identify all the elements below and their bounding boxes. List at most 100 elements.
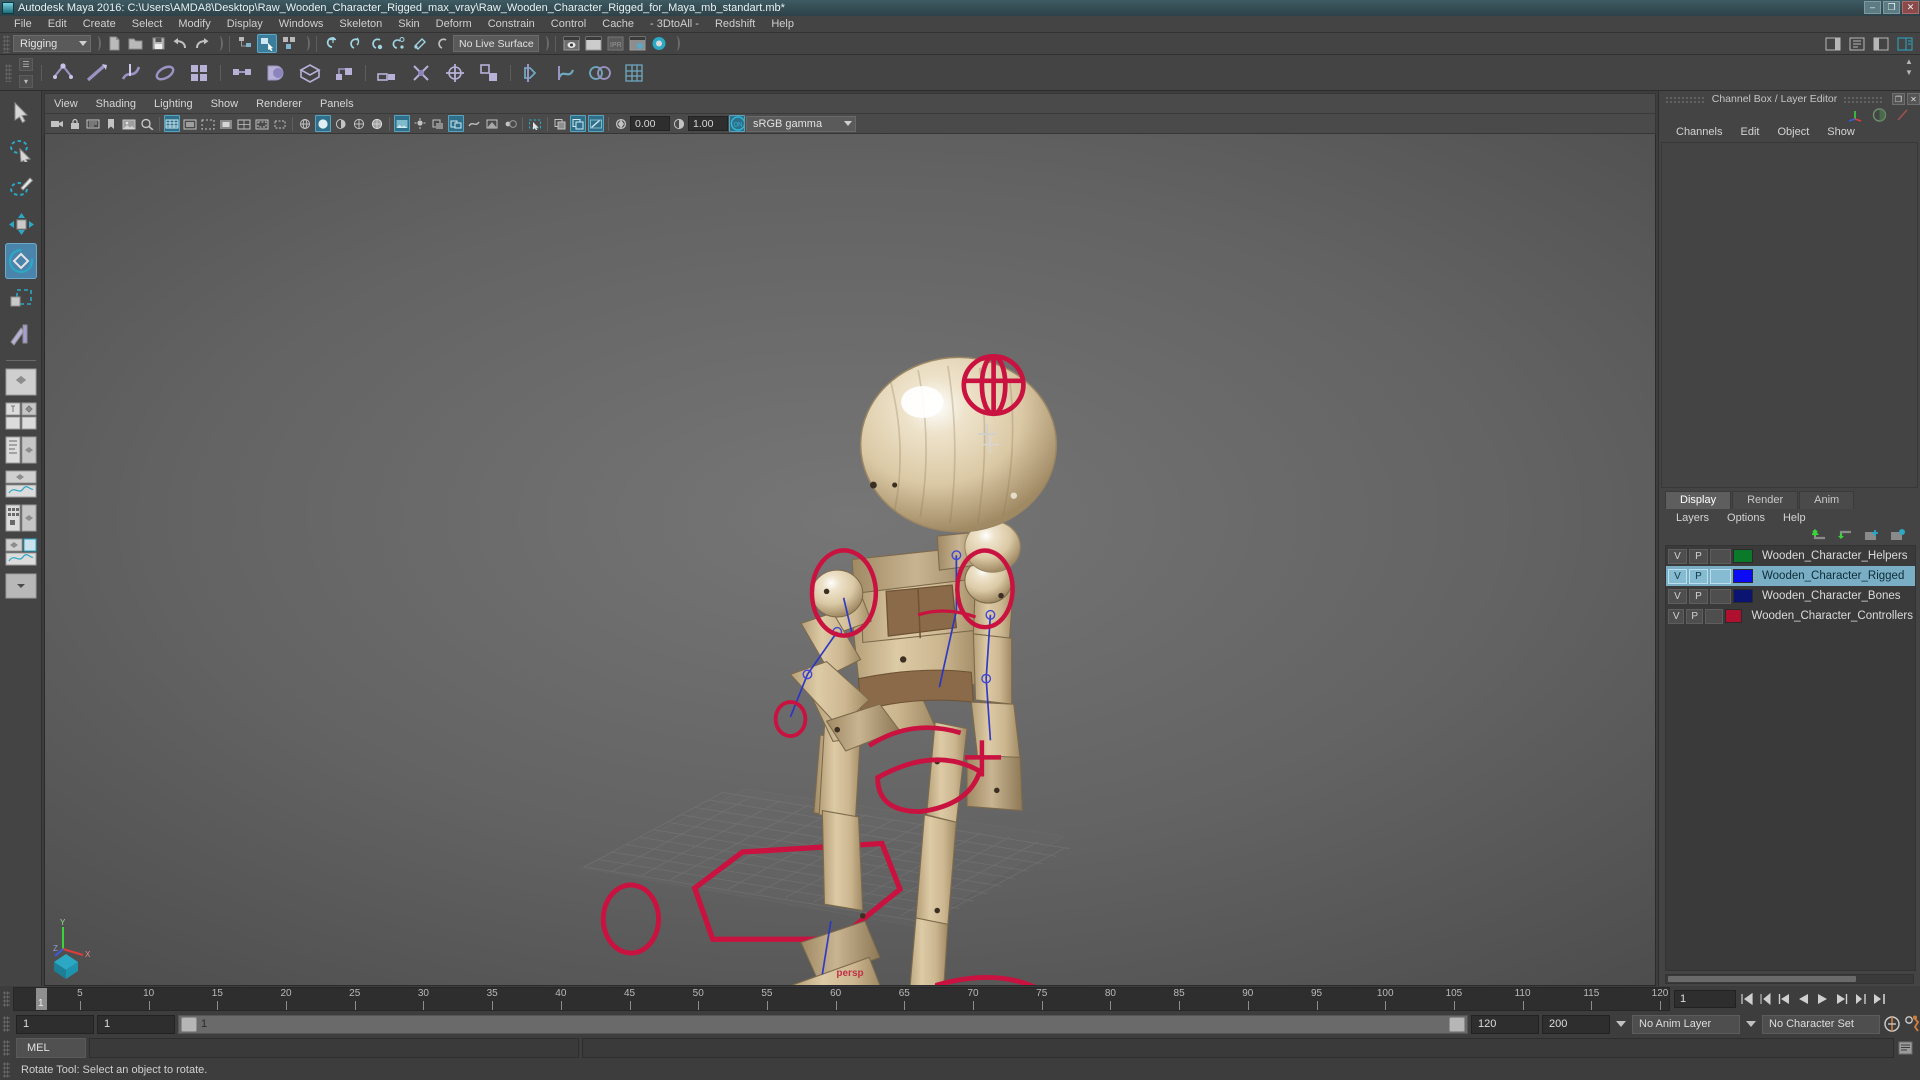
script-language-selector[interactable]: MEL bbox=[16, 1038, 86, 1058]
color-management-toggle-icon[interactable]: ON bbox=[729, 115, 745, 132]
paint-select-tool[interactable] bbox=[5, 169, 37, 205]
select-by-object-icon[interactable] bbox=[257, 34, 277, 53]
viewport-menu-shading[interactable]: Shading bbox=[87, 98, 145, 110]
persp-graph-editor-layout[interactable] bbox=[4, 469, 38, 499]
layer-menu-options[interactable]: Options bbox=[1718, 512, 1774, 524]
channel-menu-edit[interactable]: Edit bbox=[1731, 126, 1768, 138]
grid-toggle-icon[interactable] bbox=[164, 115, 180, 132]
ipr-render-icon[interactable]: IPR bbox=[605, 34, 625, 53]
anim-layer-dropdown-arrow-icon[interactable] bbox=[1616, 1021, 1626, 1027]
range-start-handle[interactable] bbox=[181, 1016, 197, 1032]
layer-playback-toggle[interactable]: P bbox=[1689, 548, 1708, 564]
view-cube-icon[interactable] bbox=[51, 951, 81, 981]
xray-toggle-icon[interactable] bbox=[552, 115, 568, 132]
layer-menu-help[interactable]: Help bbox=[1774, 512, 1815, 524]
3d-viewport[interactable]: persp Y X Z bbox=[44, 134, 1656, 986]
redo-icon[interactable] bbox=[192, 34, 212, 53]
interactive-bind-icon[interactable] bbox=[295, 58, 325, 88]
character-set-selector[interactable]: No Character Set bbox=[1762, 1014, 1880, 1034]
animation-start-time-field[interactable]: 1 bbox=[16, 1014, 94, 1034]
table-row[interactable]: V P Wooden_Character_Rigged bbox=[1666, 566, 1915, 586]
panel-undock-button[interactable]: ❐ bbox=[1892, 93, 1905, 105]
safe-title-icon[interactable] bbox=[272, 115, 288, 132]
layer-color-swatch[interactable] bbox=[1733, 549, 1753, 563]
motion-blur-icon[interactable] bbox=[466, 115, 482, 132]
insert-joint-icon[interactable] bbox=[150, 58, 180, 88]
lock-camera-icon[interactable] bbox=[67, 115, 83, 132]
shaded-wireframe-icon[interactable] bbox=[369, 115, 385, 132]
layer-visibility-toggle[interactable]: V bbox=[1668, 588, 1687, 604]
menu-windows[interactable]: Windows bbox=[271, 18, 332, 30]
open-scene-icon[interactable] bbox=[126, 34, 146, 53]
lighting-toggle-icon[interactable] bbox=[412, 115, 428, 132]
gamma-icon[interactable] bbox=[671, 115, 687, 132]
2d-pan-zoom-icon[interactable] bbox=[139, 115, 155, 132]
go-to-start-icon[interactable] bbox=[1738, 990, 1755, 1008]
four-view-layout[interactable] bbox=[4, 401, 38, 431]
snap-to-point-icon[interactable] bbox=[366, 34, 386, 53]
menu-redshift[interactable]: Redshift bbox=[707, 18, 763, 30]
menu-deform[interactable]: Deform bbox=[428, 18, 480, 30]
menu-constrain[interactable]: Constrain bbox=[480, 18, 543, 30]
scale-tool[interactable] bbox=[5, 280, 37, 316]
panel-drag-dots[interactable] bbox=[1665, 95, 1706, 103]
show-render-view-icon[interactable] bbox=[561, 34, 581, 53]
menu-create[interactable]: Create bbox=[75, 18, 124, 30]
panel-close-button[interactable]: ✕ bbox=[1907, 93, 1920, 105]
shelf-options-menu-icon[interactable]: ▾ bbox=[19, 74, 33, 88]
orient-constraint-icon[interactable] bbox=[440, 58, 470, 88]
display-layer-list[interactable]: V P Wooden_Character_Helpers V P Wooden_… bbox=[1665, 545, 1916, 971]
save-scene-icon[interactable] bbox=[148, 34, 168, 53]
hypershade-icon[interactable] bbox=[649, 34, 669, 53]
playback-end-time-field[interactable]: 120 bbox=[1471, 1014, 1539, 1034]
select-tool[interactable] bbox=[5, 95, 37, 131]
layer-color-swatch[interactable] bbox=[1725, 609, 1743, 623]
layer-name[interactable]: Wooden_Character_Controllers bbox=[1751, 610, 1913, 622]
snap-to-view-plane-icon[interactable] bbox=[410, 34, 430, 53]
menu-file[interactable]: File bbox=[6, 18, 40, 30]
playback-start-time-field[interactable]: 1 bbox=[97, 1014, 175, 1034]
color-space-selector[interactable]: sRGB gamma bbox=[746, 115, 856, 132]
gate-mask-icon[interactable] bbox=[218, 115, 234, 132]
show-manipulator-icon[interactable] bbox=[1846, 108, 1864, 122]
exposure-field[interactable]: 0.00 bbox=[630, 116, 670, 131]
command-input-field[interactable] bbox=[89, 1038, 579, 1058]
bind-skin-icon[interactable] bbox=[227, 58, 257, 88]
layer-menu-layers[interactable]: Layers bbox=[1667, 512, 1718, 524]
resolution-gate-icon[interactable] bbox=[200, 115, 216, 132]
move-layer-up-icon[interactable] bbox=[1812, 529, 1828, 541]
more-layouts-icon[interactable] bbox=[4, 571, 38, 601]
shadows-toggle-icon[interactable] bbox=[430, 115, 446, 132]
channel-menu-show[interactable]: Show bbox=[1818, 126, 1864, 138]
channel-menu-channels[interactable]: Channels bbox=[1667, 126, 1731, 138]
texture-toggle-icon[interactable] bbox=[394, 115, 410, 132]
new-scene-icon[interactable] bbox=[104, 34, 124, 53]
lasso-select-tool[interactable] bbox=[5, 132, 37, 168]
film-gate-icon[interactable] bbox=[182, 115, 198, 132]
command-output-field[interactable] bbox=[582, 1038, 1894, 1058]
scrollbar-thumb[interactable] bbox=[1668, 976, 1856, 982]
layer-display-type-toggle[interactable] bbox=[1710, 568, 1731, 584]
tool-settings-icon[interactable] bbox=[1871, 34, 1891, 53]
menu-skeleton[interactable]: Skeleton bbox=[331, 18, 390, 30]
flat-shade-icon[interactable] bbox=[351, 115, 367, 132]
tab-anim[interactable]: Anim bbox=[1799, 491, 1855, 509]
layer-visibility-toggle[interactable]: V bbox=[1668, 608, 1685, 624]
current-frame-field[interactable]: 1 bbox=[1674, 990, 1736, 1008]
viewport-menu-view[interactable]: View bbox=[45, 98, 87, 110]
field-chart-icon[interactable] bbox=[236, 115, 252, 132]
shelf-scroll-up-icon[interactable]: ▲ bbox=[1904, 57, 1914, 66]
smooth-shade-all-icon[interactable] bbox=[315, 115, 331, 132]
undo-icon[interactable] bbox=[170, 34, 190, 53]
new-layer-from-selected-icon[interactable] bbox=[1890, 528, 1906, 542]
layer-list-scrollbar[interactable] bbox=[1665, 974, 1914, 984]
exposure-icon[interactable] bbox=[613, 115, 629, 132]
depth-of-field-icon[interactable] bbox=[502, 115, 518, 132]
layer-name[interactable]: Wooden_Character_Rigged bbox=[1762, 570, 1904, 582]
create-deformer-icon[interactable] bbox=[517, 58, 547, 88]
animation-preferences-icon[interactable] bbox=[1903, 1015, 1920, 1033]
auto-key-icon[interactable] bbox=[1883, 1015, 1900, 1033]
play-forwards-icon[interactable] bbox=[1814, 990, 1831, 1008]
attribute-editor-icon[interactable] bbox=[1847, 34, 1867, 53]
layer-name[interactable]: Wooden_Character_Bones bbox=[1762, 590, 1901, 602]
